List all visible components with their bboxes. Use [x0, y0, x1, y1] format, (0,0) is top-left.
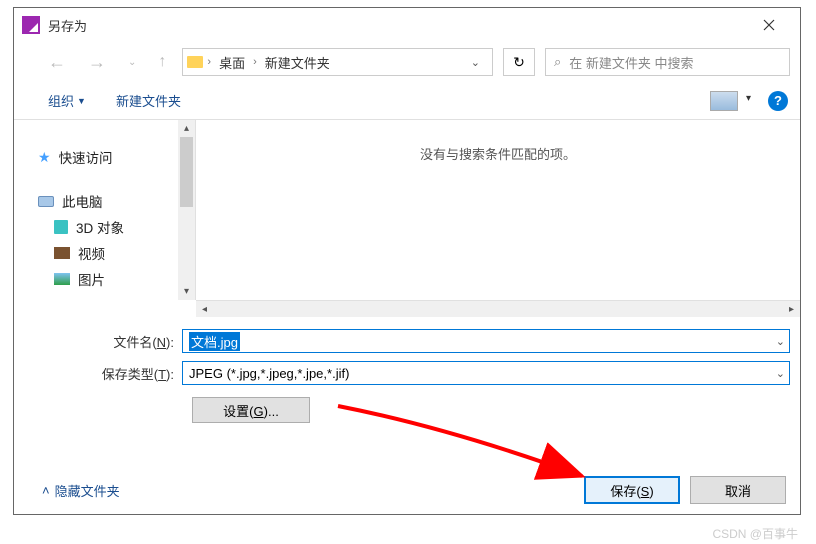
- breadcrumb-item[interactable]: 桌面: [215, 51, 249, 74]
- pc-icon: [38, 196, 54, 207]
- picture-icon: [54, 273, 70, 285]
- chevron-down-icon[interactable]: ⌄: [776, 367, 785, 380]
- titlebar: 另存为: [14, 8, 800, 42]
- refresh-button[interactable]: ↻: [503, 48, 535, 76]
- caret-down-icon: ▼: [77, 96, 86, 106]
- breadcrumb[interactable]: › 桌面 › 新建文件夹 ⌄: [182, 48, 493, 76]
- chevron-down-icon[interactable]: ⌄: [463, 52, 488, 73]
- filename-label: 文件名(N):: [24, 332, 182, 351]
- chevron-right-icon: ›: [253, 56, 257, 68]
- sidebar-pictures[interactable]: 图片: [14, 266, 195, 292]
- search-input[interactable]: ⌕ 在 新建文件夹 中搜索: [545, 48, 790, 76]
- sidebar-scrollbar[interactable]: ▴ ▾: [178, 120, 195, 300]
- breadcrumb-item[interactable]: 新建文件夹: [261, 51, 334, 74]
- up-button[interactable]: ↑: [152, 47, 172, 77]
- chevron-up-icon: ˄: [42, 483, 50, 498]
- scroll-left-icon[interactable]: ◂: [196, 301, 213, 317]
- settings-button[interactable]: 设置(G)...: [192, 397, 310, 423]
- cube-icon: [54, 220, 68, 234]
- back-button[interactable]: ←: [42, 46, 72, 79]
- empty-message: 没有与搜索条件匹配的项。: [420, 147, 576, 162]
- file-list: 没有与搜索条件匹配的项。: [196, 120, 800, 300]
- forward-button[interactable]: →: [82, 46, 112, 79]
- cancel-button[interactable]: 取消: [690, 476, 786, 504]
- hide-folders-button[interactable]: ˄隐藏文件夹: [42, 481, 120, 500]
- toolbar: 组织▼ 新建文件夹 ?: [14, 82, 800, 120]
- close-button[interactable]: [746, 10, 792, 40]
- sidebar: ★快速访问 此电脑 3D 对象 视频 图片 ▴ ▾: [14, 120, 196, 300]
- save-button[interactable]: 保存(S): [584, 476, 680, 504]
- sidebar-quick-access[interactable]: ★快速访问: [14, 144, 195, 170]
- chevron-right-icon: ›: [207, 56, 211, 68]
- scroll-thumb[interactable]: [180, 137, 193, 207]
- save-as-dialog: 另存为 ← → ⌄ ↑ › 桌面 › 新建文件夹 ⌄ ↻ ⌕ 在 新建文件夹 中…: [13, 7, 801, 515]
- scroll-up-icon[interactable]: ▴: [178, 120, 195, 137]
- help-button[interactable]: ?: [768, 91, 788, 111]
- filetype-select[interactable]: JPEG (*.jpg,*.jpeg,*.jpe,*.jif)⌄: [182, 361, 790, 385]
- folder-icon: [187, 56, 203, 68]
- recent-dropdown[interactable]: ⌄: [122, 51, 142, 74]
- sidebar-3d-objects[interactable]: 3D 对象: [14, 214, 195, 240]
- film-icon: [54, 247, 70, 259]
- view-icon: [710, 91, 738, 111]
- dialog-body: ★快速访问 此电脑 3D 对象 视频 图片 ▴ ▾ 没有与搜索条件匹配的项。: [14, 120, 800, 300]
- chevron-down-icon[interactable]: ⌄: [776, 335, 785, 348]
- watermark: CSDN @百事牛: [712, 525, 798, 542]
- organize-button[interactable]: 组织▼: [42, 87, 92, 114]
- scroll-down-icon[interactable]: ▾: [178, 283, 195, 300]
- star-icon: ★: [38, 149, 51, 166]
- view-button[interactable]: [710, 91, 754, 111]
- scroll-right-icon[interactable]: ▸: [783, 301, 800, 317]
- new-folder-button[interactable]: 新建文件夹: [110, 87, 187, 114]
- filetype-label: 保存类型(T):: [24, 364, 182, 383]
- window-title: 另存为: [48, 16, 746, 35]
- sidebar-this-pc[interactable]: 此电脑: [14, 188, 195, 214]
- search-icon: ⌕: [554, 54, 561, 70]
- footer: ˄隐藏文件夹 保存(S) 取消: [14, 476, 800, 504]
- filename-input[interactable]: 文档.jpg⌄: [182, 329, 790, 353]
- app-icon: [22, 16, 40, 34]
- sidebar-videos[interactable]: 视频: [14, 240, 195, 266]
- search-placeholder: 在 新建文件夹 中搜索: [569, 53, 693, 72]
- sidebar-scrollbar-horizontal[interactable]: ◂ ▸: [196, 300, 800, 317]
- close-icon: [763, 19, 775, 31]
- form: 文件名(N): 文档.jpg⌄ 保存类型(T): JPEG (*.jpg,*.j…: [14, 317, 800, 423]
- navbar: ← → ⌄ ↑ › 桌面 › 新建文件夹 ⌄ ↻ ⌕ 在 新建文件夹 中搜索: [14, 42, 800, 82]
